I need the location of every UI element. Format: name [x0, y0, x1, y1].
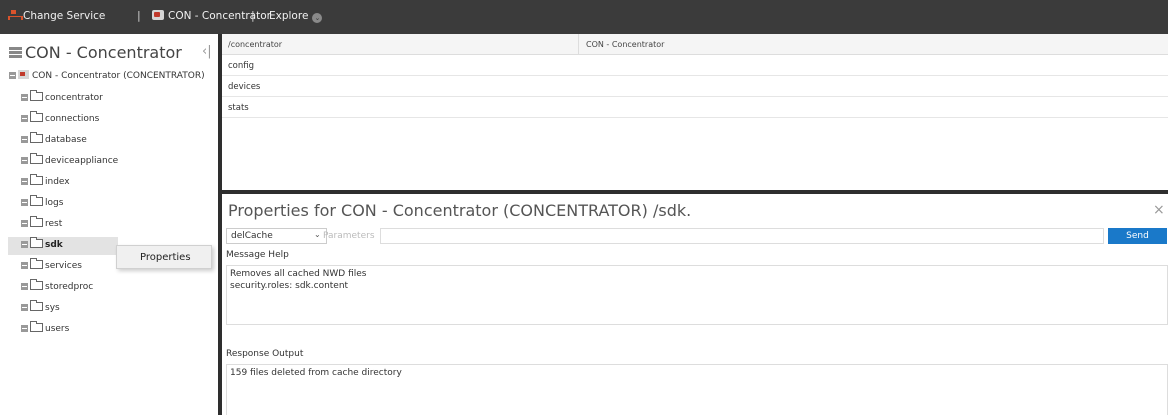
tree-node-users[interactable]: users	[21, 321, 70, 341]
folder-icon	[30, 258, 43, 269]
expand-icon[interactable]	[21, 199, 28, 206]
change-service-label: Change Service	[23, 10, 106, 22]
tree-node-label: sys	[45, 303, 60, 313]
expand-icon[interactable]	[21, 220, 28, 227]
chevron-down-icon: ⌄	[312, 13, 323, 23]
collapse-icon[interactable]: ‹|	[202, 44, 212, 59]
tree-node-label: logs	[45, 198, 64, 208]
current-service-label: CON - Concentrator	[168, 10, 271, 22]
column-header-service[interactable]: CON - Concentrator	[586, 40, 664, 49]
tree-node-label: services	[45, 261, 82, 271]
context-menu: Properties	[116, 245, 212, 269]
top-toolbar: Change Service | CON - Concentrator | Ex…	[0, 0, 1168, 34]
explore-label: Explore	[269, 10, 309, 22]
tree-node-rest[interactable]: rest	[21, 216, 63, 236]
parameters-input[interactable]	[380, 228, 1104, 244]
tree-node-logs[interactable]: logs	[21, 195, 64, 215]
response-output-label: Response Output	[226, 349, 304, 359]
tree-node-concentrator[interactable]: concentrator	[21, 90, 103, 110]
concentrator-icon	[18, 70, 29, 79]
tree-node-label: sdk	[45, 240, 63, 250]
tree-node-label: connections	[45, 114, 100, 124]
command-select-value: delCache	[231, 231, 273, 241]
tree-node-storedproc[interactable]: storedproc	[21, 279, 94, 299]
folder-icon	[30, 300, 43, 311]
expand-icon[interactable]	[21, 157, 28, 164]
table-header: /concentrator CON - Concentrator	[222, 34, 1168, 55]
table-row[interactable]: devices	[222, 76, 1168, 97]
folder-icon	[30, 90, 43, 101]
context-menu-item-properties[interactable]: Properties	[140, 252, 191, 263]
tree-node-label: users	[45, 324, 70, 334]
folder-icon	[30, 237, 43, 248]
tree-node-label: index	[45, 177, 70, 187]
table-row[interactable]: stats	[222, 97, 1168, 118]
message-help-label: Message Help	[226, 250, 289, 260]
expand-icon[interactable]	[21, 283, 28, 290]
tree-node-sdk[interactable]: sdk	[8, 237, 118, 255]
folder-icon	[30, 321, 43, 332]
expand-icon[interactable]	[21, 262, 28, 269]
folder-icon	[30, 174, 43, 185]
node-table: /concentrator CON - Concentrator config …	[222, 34, 1168, 190]
tree-node-label: concentrator	[45, 93, 103, 103]
tree-node-label: storedproc	[45, 282, 94, 292]
properties-panel: Properties for CON - Concentrator (CONCE…	[222, 194, 1168, 415]
table-cell: stats	[228, 103, 249, 113]
expand-icon[interactable]	[21, 178, 28, 185]
folder-icon	[30, 195, 43, 206]
column-divider[interactable]	[578, 34, 579, 55]
folder-icon	[30, 111, 43, 122]
message-help-line: security.roles: sdk.content	[230, 281, 349, 291]
tree-node-index[interactable]: index	[21, 174, 70, 194]
folder-icon	[30, 279, 43, 290]
parameters-label: Parameters	[323, 231, 375, 241]
expand-icon[interactable]	[21, 136, 28, 143]
tree-node-deviceappliance[interactable]: deviceappliance	[21, 153, 119, 173]
expand-icon[interactable]	[21, 115, 28, 122]
explore-menu[interactable]: Explore ⌄	[269, 10, 323, 23]
properties-title: Properties for CON - Concentrator (CONCE…	[228, 201, 692, 220]
tree-node-database[interactable]: database	[21, 132, 87, 152]
tree-root-node[interactable]: CON - Concentrator (CONCENTRATOR)	[9, 70, 205, 81]
send-button[interactable]: Send	[1108, 228, 1167, 244]
folder-icon	[30, 153, 43, 164]
expand-icon[interactable]	[21, 94, 28, 101]
tree-node-connections[interactable]: connections	[21, 111, 100, 131]
toolbar-separator: |	[137, 9, 141, 22]
tree-node-label: rest	[45, 219, 63, 229]
concentrator-icon	[152, 10, 164, 20]
command-select[interactable]: delCache ⌄	[226, 228, 327, 244]
tree-node-label: deviceappliance	[45, 156, 119, 166]
column-header-path[interactable]: /concentrator	[228, 40, 282, 49]
chevron-down-icon: ⌄	[314, 230, 321, 239]
server-icon	[9, 47, 22, 59]
folder-icon	[30, 132, 43, 143]
response-output-line: 159 files deleted from cache directory	[230, 368, 402, 378]
expand-icon[interactable]	[21, 241, 28, 248]
tree-icon	[8, 10, 23, 20]
message-help-box[interactable]: Removes all cached NWD files security.ro…	[226, 265, 1168, 325]
expand-icon[interactable]	[21, 304, 28, 311]
tree-panel: CON - Concentrator ‹| CON - Concentrator…	[0, 34, 218, 415]
tree-node-sys[interactable]: sys	[21, 300, 60, 320]
response-output-box[interactable]: 159 files deleted from cache directory	[226, 364, 1168, 415]
expand-icon[interactable]	[21, 325, 28, 332]
toolbar-separator: |	[251, 9, 255, 22]
tree-node-services[interactable]: services	[21, 258, 82, 278]
panel-title: CON - Concentrator	[9, 43, 182, 62]
message-help-line: Removes all cached NWD files	[230, 269, 367, 279]
table-cell: devices	[228, 82, 261, 92]
close-icon[interactable]: ×	[1153, 202, 1165, 218]
change-service-button[interactable]: Change Service	[8, 10, 105, 22]
table-cell: config	[228, 61, 255, 71]
table-row[interactable]: config	[222, 55, 1168, 76]
folder-icon	[30, 216, 43, 227]
panel-title-text: CON - Concentrator	[25, 43, 182, 62]
tree-node-label: database	[45, 135, 87, 145]
collapse-node-icon[interactable]	[9, 72, 16, 79]
tree-root-label: CON - Concentrator (CONCENTRATOR)	[32, 71, 205, 81]
